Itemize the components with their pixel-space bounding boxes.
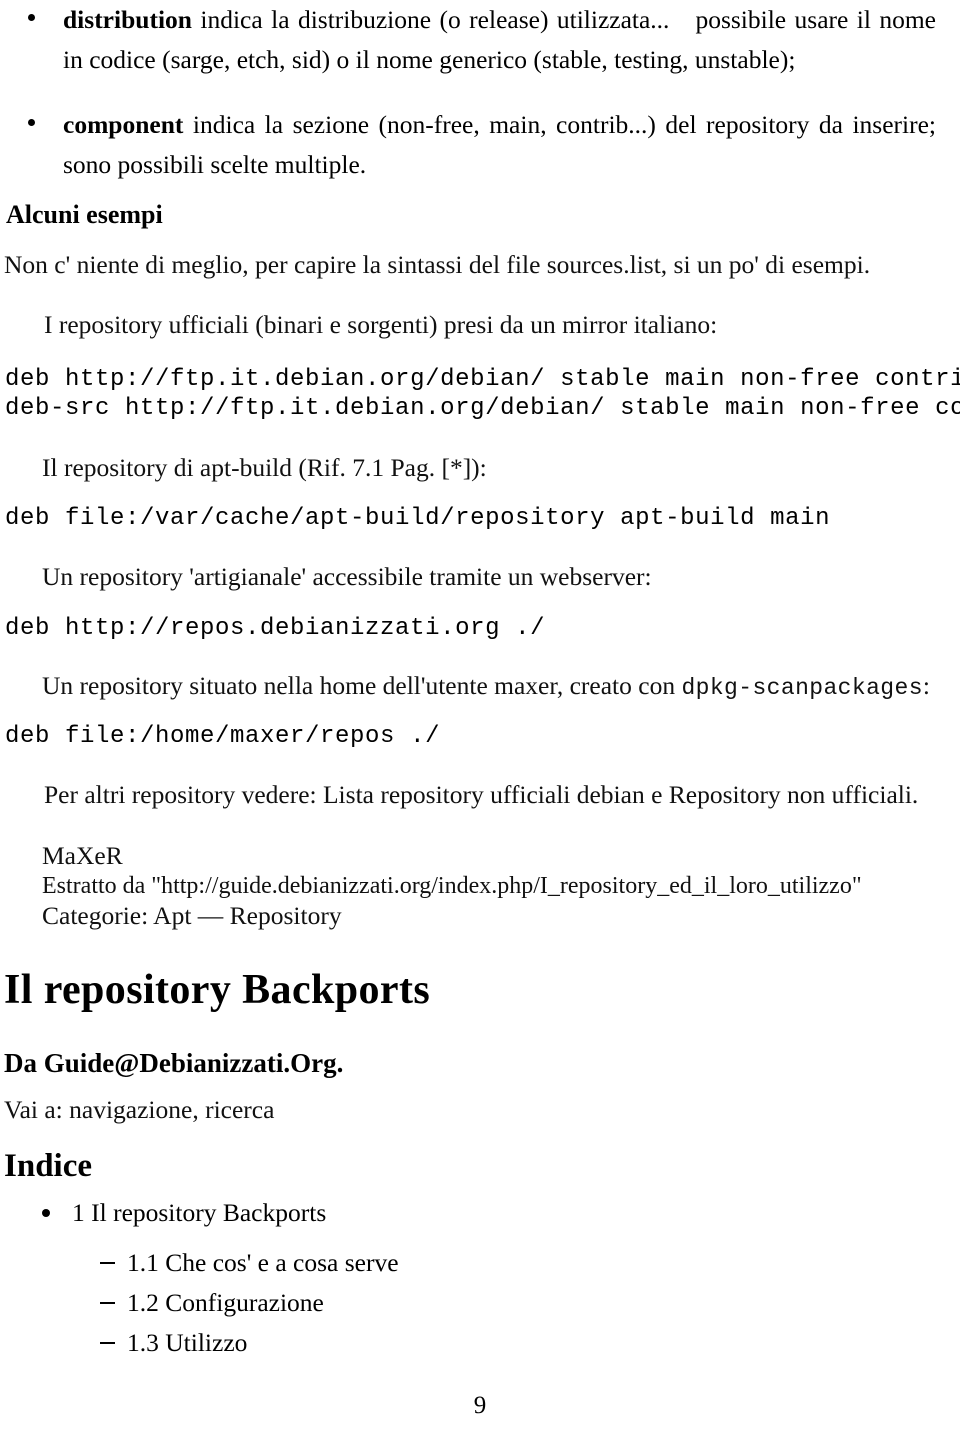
- document-page: distribution indica la distribuzione (o …: [0, 0, 960, 1445]
- caption-home-suffix: :: [922, 671, 930, 700]
- caption-apt-build: Il repository di apt-build (Rif. 7.1 Pag…: [42, 453, 487, 482]
- navigation-line: Vai a: navigazione, ricerca: [4, 1095, 275, 1124]
- dash-icon: [100, 1262, 115, 1264]
- toc-item-label: 1.2 Configurazione: [127, 1288, 324, 1317]
- toc-item-1-2[interactable]: 1.2 Configurazione: [100, 1286, 324, 1320]
- caption-home-repository: Un repository situato nella home dell'ut…: [42, 666, 930, 708]
- bullet-dot-icon: [42, 1209, 50, 1217]
- intro-paragraph: Non c' niente di meglio, per capire la s…: [4, 250, 871, 279]
- bullet-text: distribution indica la distribuzione (o …: [63, 0, 936, 80]
- bullet-dot-icon: [28, 119, 35, 126]
- toc-item-label: 1.3 Utilizzo: [127, 1328, 248, 1357]
- bullet-text-part1: indica la distribuzione (o release) util…: [191, 5, 670, 34]
- code-line-home-repos: deb file:/home/maxer/repos ./: [5, 723, 441, 750]
- caption-webserver-repository: Un repository 'artigianale' accessibile …: [42, 562, 652, 591]
- code-line-webserver: deb http://repos.debianizzati.org ./: [5, 615, 546, 642]
- page-title: Il repository Backports: [4, 967, 431, 1013]
- toc-item-1-1[interactable]: 1.1 Che cos' e a cosa serve: [100, 1246, 399, 1280]
- page-number: 9: [473, 1392, 487, 1419]
- section-heading-alcuni-esempi: Alcuni esempi: [6, 200, 163, 229]
- bullet-term: distribution: [63, 5, 192, 34]
- bullet-text: component indica la sezione (non-free, m…: [63, 105, 936, 185]
- toc-item-label: 1 Il repository Backports: [72, 1198, 327, 1227]
- list-item: distribution indica la distribuzione (o …: [28, 0, 936, 80]
- toc-item-1-3[interactable]: 1.3 Utilizzo: [100, 1326, 247, 1360]
- categories-line: Categorie: Apt — Repository: [42, 901, 342, 930]
- bullet-text-part1: indica la sezione (non-free, main, contr…: [63, 110, 936, 179]
- code-line-deb-src-official: deb-src http://ftp.it.debian.org/debian/…: [5, 395, 960, 422]
- bullet-term: component: [63, 110, 184, 139]
- caption-official-repositories: I repository ufficiali (binari e sorgent…: [44, 310, 718, 339]
- dash-icon: [100, 1302, 115, 1304]
- backports-source: Da Guide@Debianizzati.Org.: [4, 1048, 344, 1078]
- code-line-apt-build: deb file:/var/cache/apt-build/repository…: [5, 505, 831, 532]
- caption-home-prefix: Un repository situato nella home dell'ut…: [42, 671, 682, 700]
- see-also-paragraph: Per altri repository vedere: Lista repos…: [44, 780, 919, 809]
- toc-item-label: 1.1 Che cos' e a cosa serve: [127, 1248, 399, 1277]
- caption-home-command: dpkg-scanpackages: [681, 675, 923, 701]
- dash-icon: [100, 1342, 115, 1344]
- list-item: component indica la sezione (non-free, m…: [28, 105, 936, 185]
- toc-item-1[interactable]: 1 Il repository Backports: [42, 1196, 326, 1230]
- toc-heading: Indice: [4, 1148, 93, 1184]
- bullet-dot-icon: [28, 14, 35, 21]
